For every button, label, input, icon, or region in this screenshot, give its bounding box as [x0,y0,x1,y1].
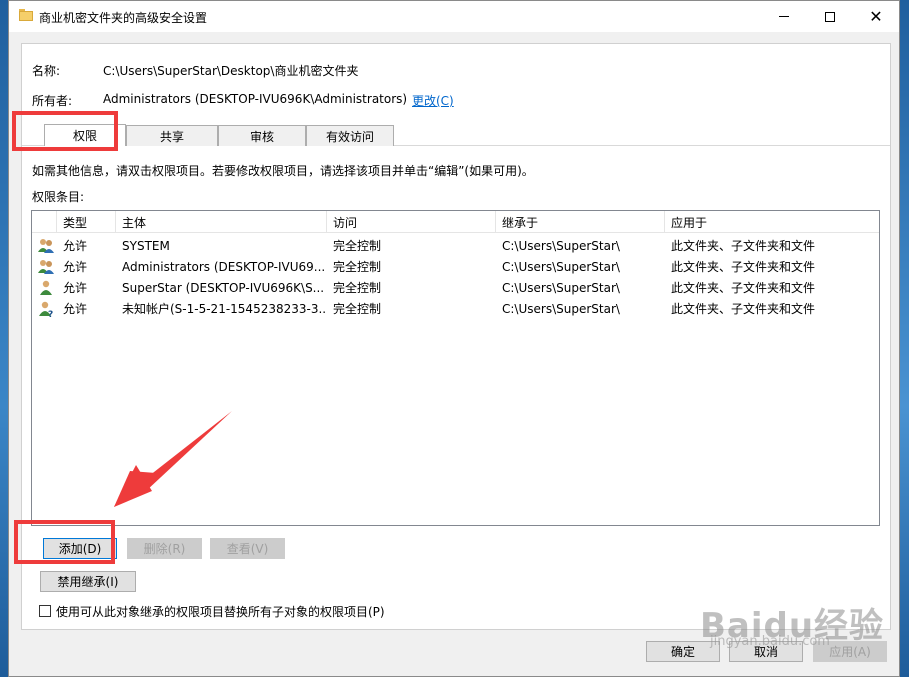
info-text: 如需其他信息，请双击权限项目。若要修改权限项目，请选择该项目并单击“编辑”(如果… [32,164,534,178]
change-owner-link[interactable]: 更改(C) [412,92,454,109]
replace-child-permissions-checkbox[interactable] [39,605,51,617]
minimize-button[interactable] [761,1,807,32]
desktop-background-right [899,0,909,677]
cell-inherited-from: C:\Users\SuperStar\ [502,280,620,295]
cell-access: 完全控制 [333,260,382,274]
tab-label: 共享 [159,129,184,144]
table-row[interactable]: 允许 Administrators (DESKTOP-IVU69... 完全控制… [32,256,879,277]
icon-column-header [32,211,57,233]
column-header-applies-to[interactable]: 应用于 [665,211,879,233]
svg-text:?: ? [48,310,53,317]
table-row[interactable]: ? 允许 未知帐户(S-1-5-21-1545238233-3... 完全控制 … [32,298,879,319]
cell-access: 完全控制 [333,281,382,295]
maximize-button[interactable] [807,1,853,32]
name-value: C:\Users\SuperStar\Desktop\商业机密文件夹 [103,64,359,78]
tab-label: 有效访问 [325,129,374,144]
add-button[interactable]: 添加(D) [43,538,117,559]
group-user-icon [38,259,54,274]
owner-label: 所有者: [32,94,73,108]
table-row[interactable]: 允许 SYSTEM 完全控制 C:\Users\SuperStar\ 此文件夹、… [32,235,879,256]
column-header-principal[interactable]: 主体 [116,211,327,233]
cell-applies-to: 此文件夹、子文件夹和文件 [671,281,816,295]
cell-applies-to: 此文件夹、子文件夹和文件 [671,239,816,253]
tab-strip: 权限 共享 审核 有效访问 [44,124,394,146]
cell-principal: SYSTEM [122,238,170,253]
cell-inherited-from: C:\Users\SuperStar\ [502,238,620,253]
cell-type: 允许 [63,302,88,316]
title-bar[interactable]: 商业机密文件夹的高级安全设置 ✕ [9,1,899,32]
name-label: 名称: [32,64,61,78]
permission-entries-label: 权限条目: [32,190,85,204]
tab-auditing[interactable]: 审核 [218,125,306,146]
close-button[interactable]: ✕ [853,1,899,32]
window-title: 商业机密文件夹的高级安全设置 [39,11,208,25]
cell-access: 完全控制 [333,302,382,316]
annotation-arrow-icon [114,411,232,507]
cell-applies-to: 此文件夹、子文件夹和文件 [671,302,816,316]
column-header-access[interactable]: 访问 [327,211,496,233]
view-button-label: 查看(V) [226,542,269,556]
list-header: 类型 主体 访问 继承于 应用于 [32,211,879,233]
close-icon: ✕ [869,6,883,26]
cell-type: 允许 [63,281,88,295]
watermark-sub: jingyan.baidu.com [710,634,830,649]
disable-inheritance-label: 禁用继承(I) [57,575,119,589]
disable-inheritance-button[interactable]: 禁用继承(I) [40,571,136,592]
replace-child-permissions-label[interactable]: 使用可从此对象继承的权限项目替换所有子对象的权限项目(P) [56,603,385,620]
tab-effective-access[interactable]: 有效访问 [306,125,394,146]
view-button[interactable]: 查看(V) [210,538,285,559]
cell-applies-to: 此文件夹、子文件夹和文件 [671,260,816,274]
tab-label: 审核 [249,129,274,144]
cell-type: 允许 [63,239,88,253]
maximize-icon [825,11,835,22]
tab-sharing[interactable]: 共享 [126,125,218,146]
group-user-icon [38,238,54,253]
minimize-icon [779,16,789,17]
add-button-label: 添加(D) [58,542,102,556]
column-header-inherited-from[interactable]: 继承于 [496,211,665,233]
folder-icon [19,9,33,21]
advanced-security-settings-window: 商业机密文件夹的高级安全设置 ✕ 名称: C:\Users\SuperStar\… [8,0,900,677]
column-header-type[interactable]: 类型 [57,211,116,233]
cell-type: 允许 [63,260,88,274]
single-user-icon [40,280,52,295]
cell-principal: 未知帐户(S-1-5-21-1545238233-3... [122,302,327,316]
remove-button-label: 删除(R) [143,542,186,556]
settings-panel: 名称: C:\Users\SuperStar\Desktop\商业机密文件夹 所… [21,43,891,630]
cell-access: 完全控制 [333,239,382,253]
owner-value: Administrators (DESKTOP-IVU696K\Administ… [103,92,408,106]
tab-permissions[interactable]: 权限 [44,124,126,146]
baidu-watermark: Baidu经验 jingyan.baidu.com [700,598,884,649]
cell-inherited-from: C:\Users\SuperStar\ [502,259,620,274]
table-row[interactable]: 允许 SuperStar (DESKTOP-IVU696K\S... 完全控制 … [32,277,879,298]
ok-button-label: 确定 [670,645,695,659]
cell-inherited-from: C:\Users\SuperStar\ [502,301,620,316]
cell-principal: Administrators (DESKTOP-IVU69... [122,259,326,274]
unknown-user-icon: ? [39,301,53,317]
tab-label: 权限 [72,129,97,143]
remove-button[interactable]: 删除(R) [127,538,202,559]
cell-principal: SuperStar (DESKTOP-IVU696K\S... [122,280,325,295]
